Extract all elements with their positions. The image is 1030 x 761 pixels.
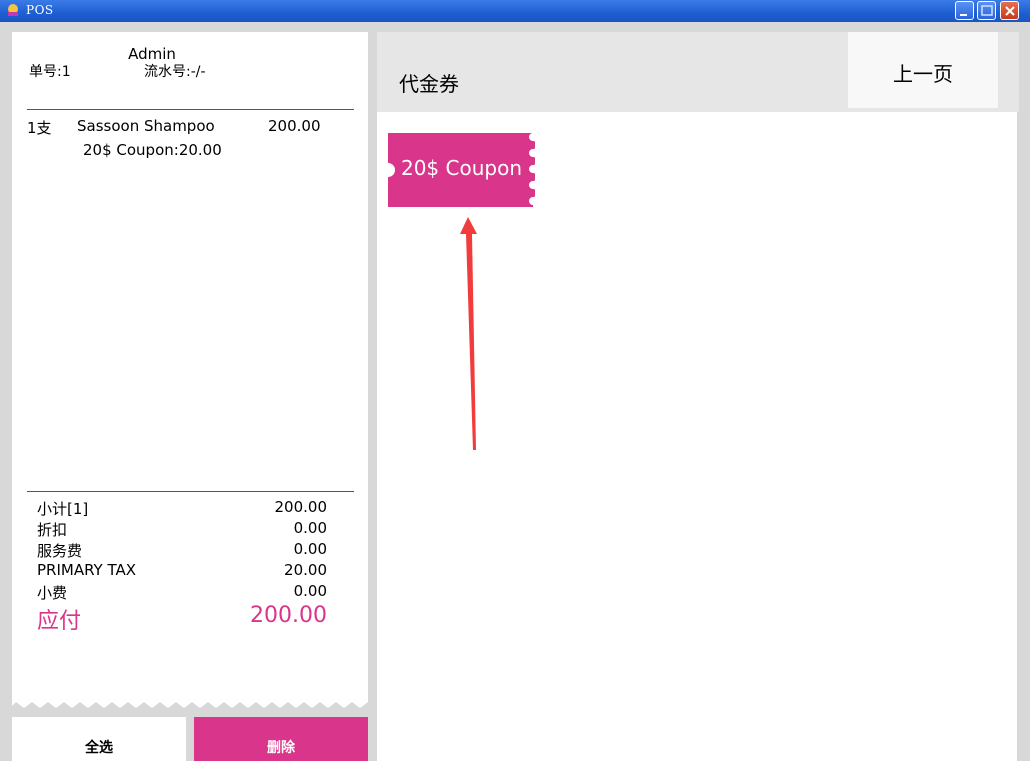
receipt-panel: Admin 单号:1 流水号:-/- 1支 Sassoon Shampoo 20… (12, 32, 368, 708)
total-value: 0.00 (293, 582, 327, 600)
coupon-tile[interactable]: 20$ Coupon (388, 133, 535, 207)
close-button[interactable] (1000, 1, 1019, 20)
divider (27, 109, 354, 110)
total-label: 小计[1] (37, 500, 89, 518)
category-title: 代金券 (399, 72, 459, 96)
total-row-subtotal: 小计[1] 200.00 (37, 498, 327, 519)
divider (27, 491, 354, 492)
delete-button[interactable]: 删除 (194, 717, 368, 761)
receipt-tear-edge (12, 698, 368, 708)
app-icon (8, 4, 18, 16)
coupon-grid: 20$ Coupon (377, 112, 1017, 761)
total-label: PRIMARY TAX (37, 561, 137, 579)
item-name: Sassoon Shampoo (77, 117, 215, 135)
order-number: 单号:1 (29, 64, 71, 80)
title-bar[interactable]: POS (0, 0, 1030, 22)
item-price: 200.00 (268, 117, 321, 135)
serial-number: 流水号:-/- (144, 64, 206, 80)
total-value: 0.00 (293, 540, 327, 558)
minimize-icon (960, 14, 967, 16)
client-area: Admin 单号:1 流水号:-/- 1支 Sassoon Shampoo 20… (4, 22, 1026, 761)
total-label: 小费 (37, 584, 68, 602)
total-value: 200.00 (274, 498, 328, 516)
prev-page-button[interactable]: 上一页 (848, 32, 998, 108)
item-qty: 1支 (27, 119, 52, 137)
close-icon (1005, 6, 1015, 16)
total-row-tax: PRIMARY TAX 20.00 (37, 561, 327, 582)
total-row-tip: 小费 0.00 (37, 582, 327, 603)
total-value: 0.00 (293, 519, 327, 537)
window-title: POS (26, 3, 54, 17)
total-value: 20.00 (284, 561, 327, 579)
coupon-label: 20$ Coupon (400, 156, 522, 180)
category-header: 代金券 上一页 (377, 32, 1019, 112)
amount-due-label: 应付 (37, 609, 82, 634)
total-label: 服务费 (37, 542, 83, 560)
maximize-icon (981, 5, 993, 16)
annotation-arrow-icon (460, 217, 477, 450)
minimize-button[interactable] (955, 1, 974, 20)
maximize-button[interactable] (977, 1, 996, 20)
total-row-service-fee: 服务费 0.00 (37, 540, 327, 561)
total-row-discount: 折扣 0.00 (37, 519, 327, 540)
select-all-button[interactable]: 全选 (12, 717, 186, 761)
window-edge (1019, 22, 1030, 761)
item-modifier: 20$ Coupon:20.00 (83, 141, 222, 159)
amount-due-value: 200.00 (250, 603, 327, 628)
total-label: 折扣 (37, 521, 68, 539)
